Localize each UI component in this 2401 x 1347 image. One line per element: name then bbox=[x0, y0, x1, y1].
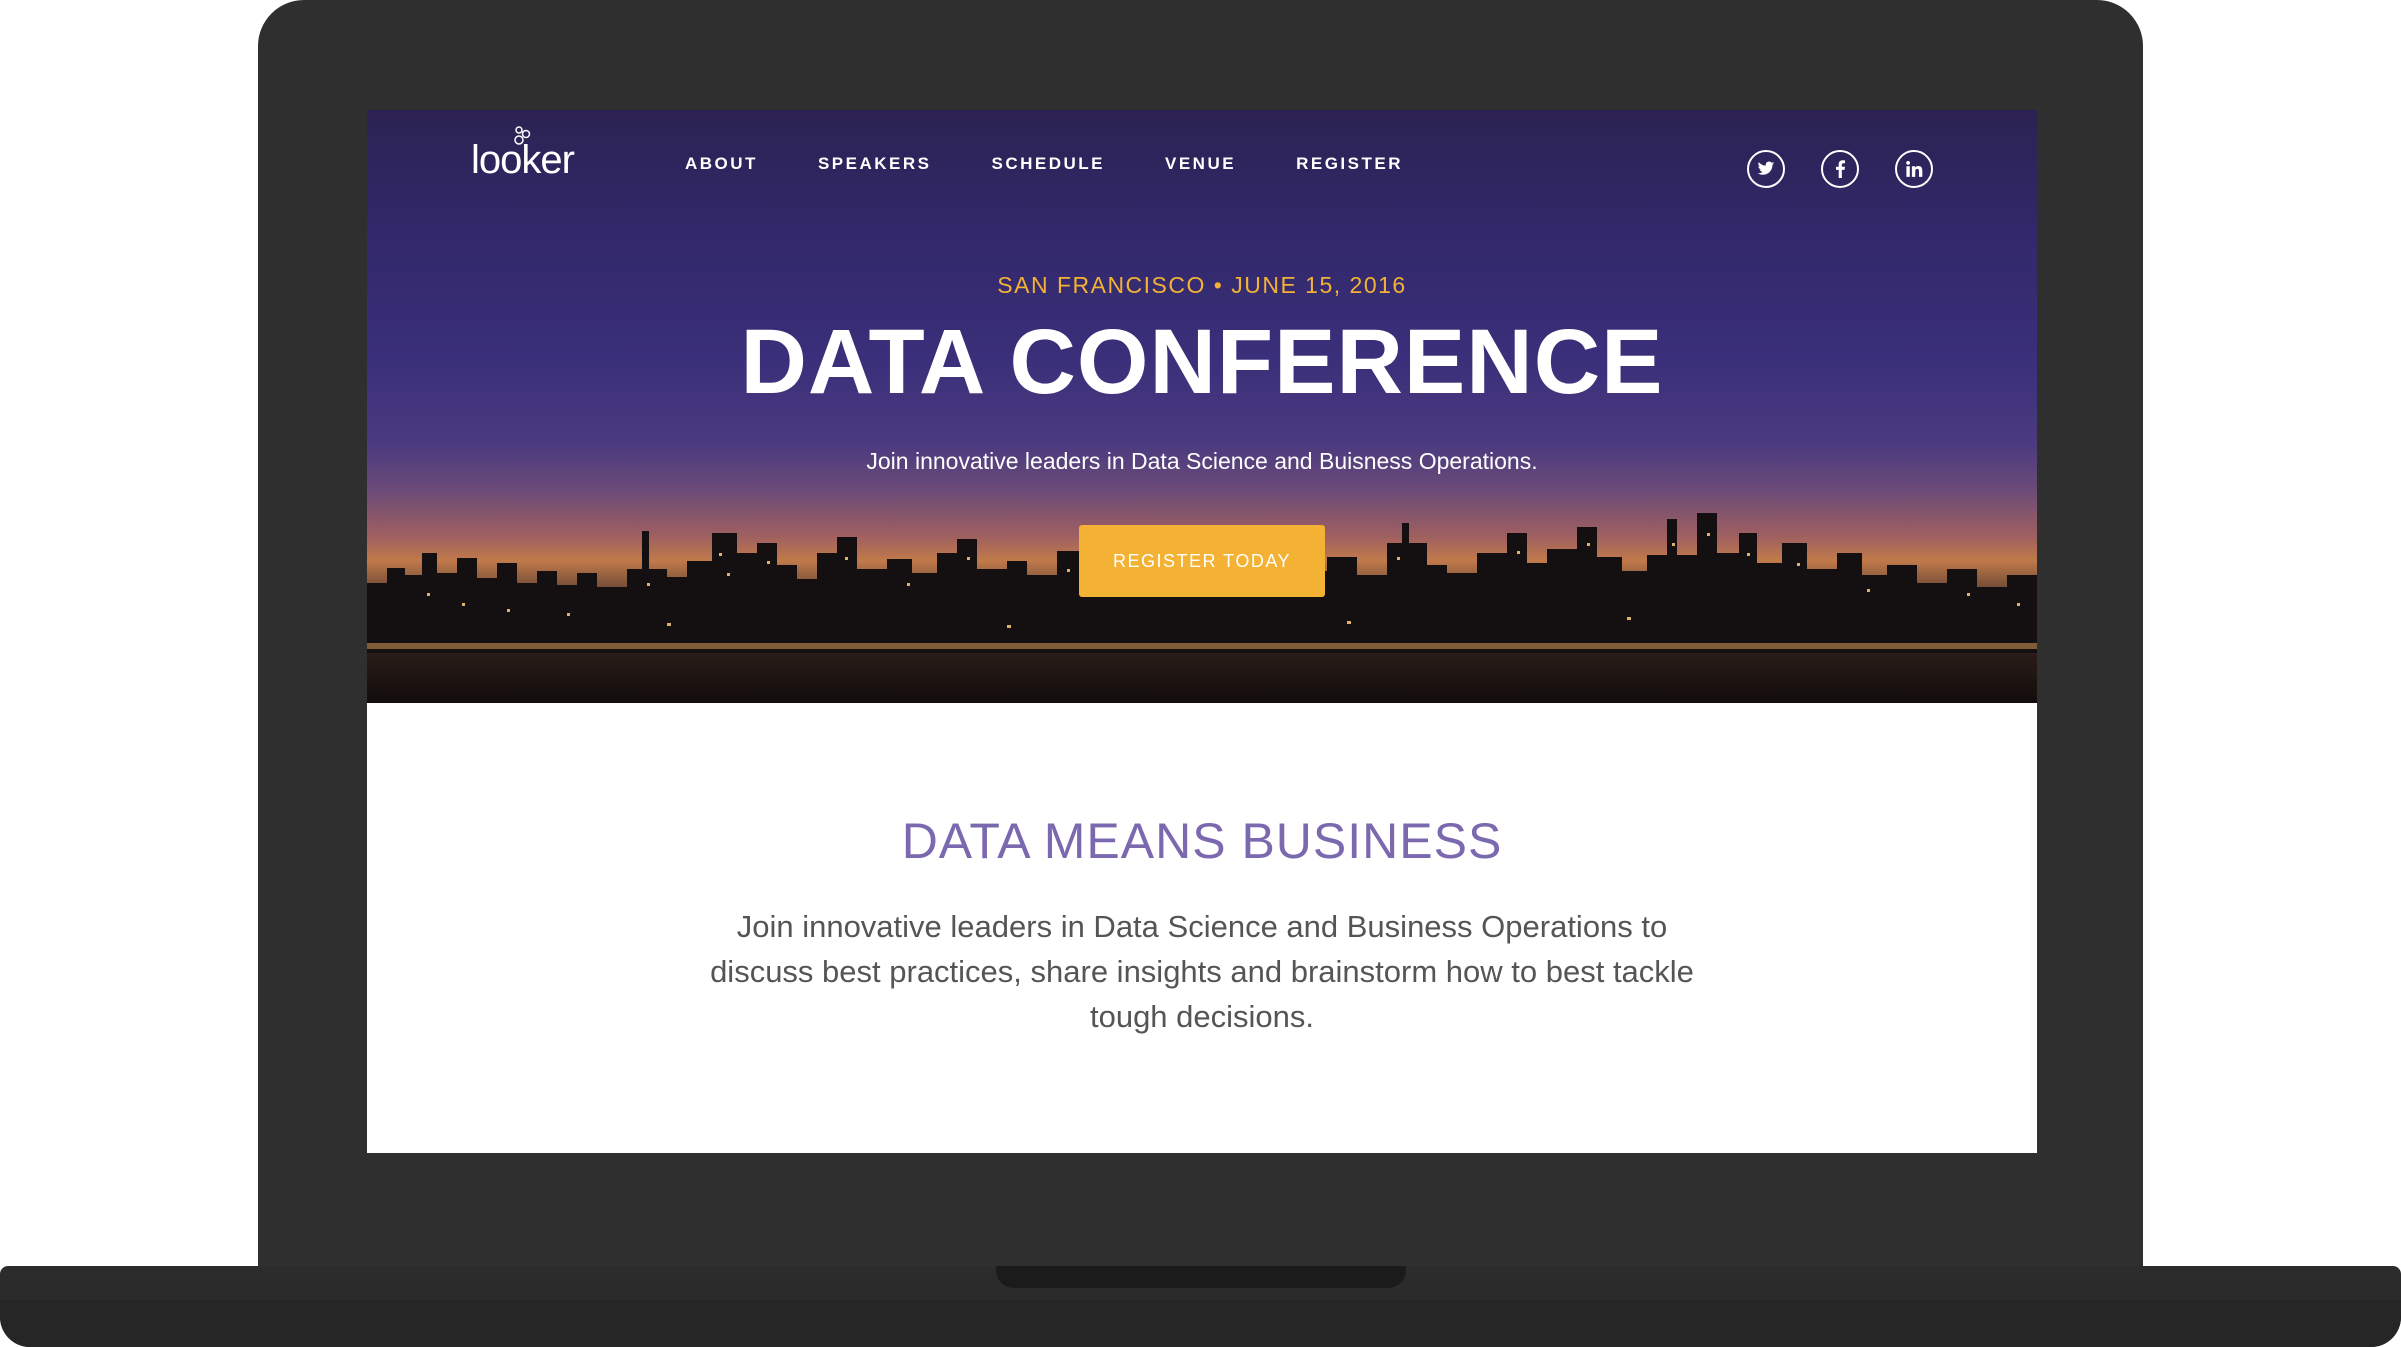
logo-circles-icon bbox=[514, 126, 531, 145]
nav-link-schedule[interactable]: SCHEDULE bbox=[991, 154, 1105, 174]
laptop-screen: looker ABOUT SPEAKERS SCHEDULE VENUE REG… bbox=[367, 110, 2037, 1153]
section-title: DATA MEANS BUSINESS bbox=[901, 813, 1503, 869]
event-location-date: SAN FRANCISCO • JUNE 15, 2016 bbox=[997, 272, 1407, 298]
nav-link-venue[interactable]: VENUE bbox=[1165, 154, 1236, 174]
register-today-button[interactable]: REGISTER TODAY bbox=[1079, 525, 1325, 597]
nav-link-register[interactable]: REGISTER bbox=[1296, 154, 1403, 174]
twitter-icon[interactable] bbox=[1747, 150, 1785, 188]
hero-title: DATA CONFERENCE bbox=[740, 311, 1664, 413]
hero-section: looker ABOUT SPEAKERS SCHEDULE VENUE REG… bbox=[367, 110, 2037, 703]
laptop-notch bbox=[996, 1266, 1406, 1288]
top-navigation: looker ABOUT SPEAKERS SCHEDULE VENUE REG… bbox=[367, 110, 2037, 220]
hero-subtitle: Join innovative leaders in Data Science … bbox=[866, 448, 1538, 474]
looker-logo[interactable]: looker bbox=[471, 126, 575, 183]
laptop-base-lip bbox=[0, 1300, 2401, 1347]
social-links bbox=[1747, 150, 1933, 188]
nav-links: ABOUT SPEAKERS SCHEDULE VENUE REGISTER bbox=[685, 154, 1463, 174]
facebook-icon[interactable] bbox=[1821, 150, 1859, 188]
linkedin-icon[interactable] bbox=[1895, 150, 1933, 188]
laptop-mockup: looker ABOUT SPEAKERS SCHEDULE VENUE REG… bbox=[0, 0, 2401, 1347]
nav-link-about[interactable]: ABOUT bbox=[685, 154, 758, 174]
nav-link-speakers[interactable]: SPEAKERS bbox=[818, 154, 932, 174]
section-body: Join innovative leaders in Data Science … bbox=[710, 909, 1694, 1034]
